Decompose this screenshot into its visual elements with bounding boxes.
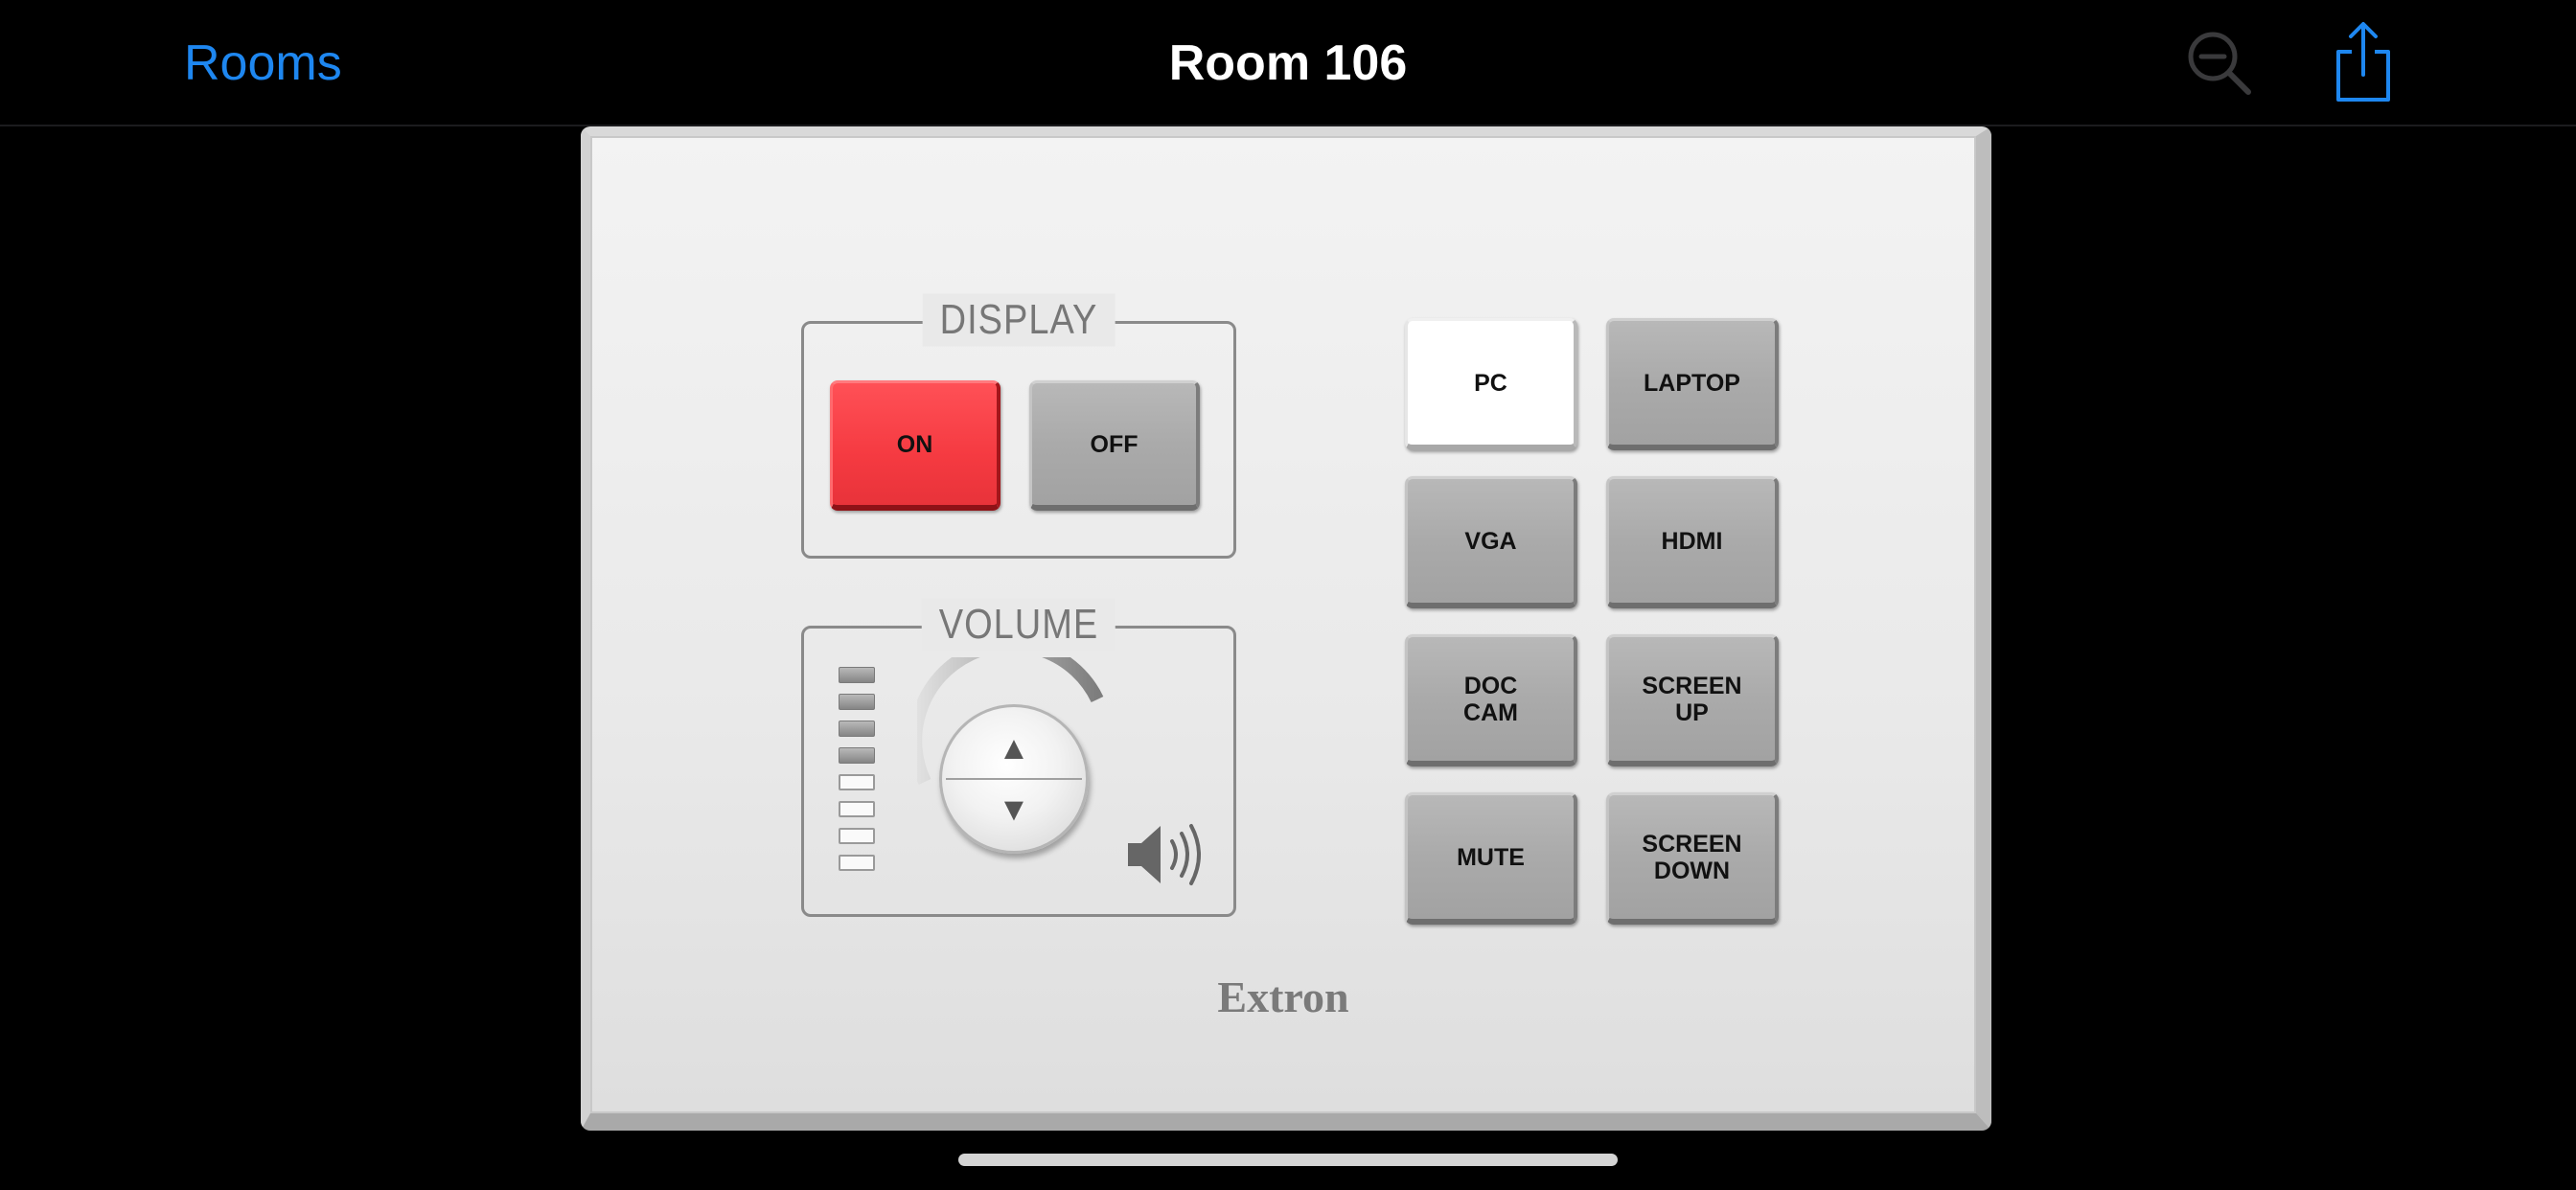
speaker-icon <box>1128 824 1201 885</box>
rooms-back-button[interactable]: Rooms <box>184 33 342 94</box>
home-indicator[interactable] <box>958 1154 1618 1166</box>
knob-divider <box>946 778 1082 780</box>
extron-logo: Extron <box>1217 973 1349 1021</box>
volume-up-arrow-icon[interactable]: ▲ <box>998 732 1030 765</box>
volume-group-label: VOLUME <box>921 598 1116 652</box>
laptop-source-button[interactable]: LAPTOP <box>1606 318 1779 450</box>
screen-up-button[interactable]: SCREEN UP <box>1606 634 1779 767</box>
volume-meter-segment <box>839 855 875 871</box>
doc-cam-source-button[interactable]: DOC CAM <box>1405 634 1577 767</box>
hdmi-source-button[interactable]: HDMI <box>1606 476 1779 608</box>
volume-down-arrow-icon[interactable]: ▼ <box>998 793 1030 826</box>
zoom-out-icon[interactable] <box>2185 29 2252 96</box>
volume-meter-segment <box>839 694 875 710</box>
page-title: Room 106 <box>1168 35 1408 91</box>
display-off-button[interactable]: OFF <box>1029 380 1200 511</box>
control-panel: DISPLAY ON OFF VOLUME ▲ ▼ PC LAPTOP VGA … <box>581 126 1991 1131</box>
navigation-bar: Rooms Room 106 <box>0 0 2576 126</box>
volume-meter-segment <box>839 747 875 764</box>
volume-meter-segment <box>839 828 875 844</box>
display-group: DISPLAY ON OFF <box>801 293 1236 559</box>
pc-source-button[interactable]: PC <box>1405 318 1577 450</box>
screen-down-button[interactable]: SCREEN DOWN <box>1606 792 1779 925</box>
volume-group: VOLUME ▲ ▼ <box>801 598 1236 917</box>
display-on-button[interactable]: ON <box>830 380 1000 511</box>
display-group-label: DISPLAY <box>922 293 1116 347</box>
volume-meter-segment <box>839 667 875 683</box>
volume-meter-segment <box>839 721 875 737</box>
volume-knob[interactable]: ▲ ▼ <box>939 704 1089 854</box>
mute-button[interactable]: MUTE <box>1405 792 1577 925</box>
vga-source-button[interactable]: VGA <box>1405 476 1577 608</box>
volume-meter-segment <box>839 801 875 817</box>
share-icon[interactable] <box>2333 21 2394 103</box>
volume-meter-segment <box>839 774 875 790</box>
